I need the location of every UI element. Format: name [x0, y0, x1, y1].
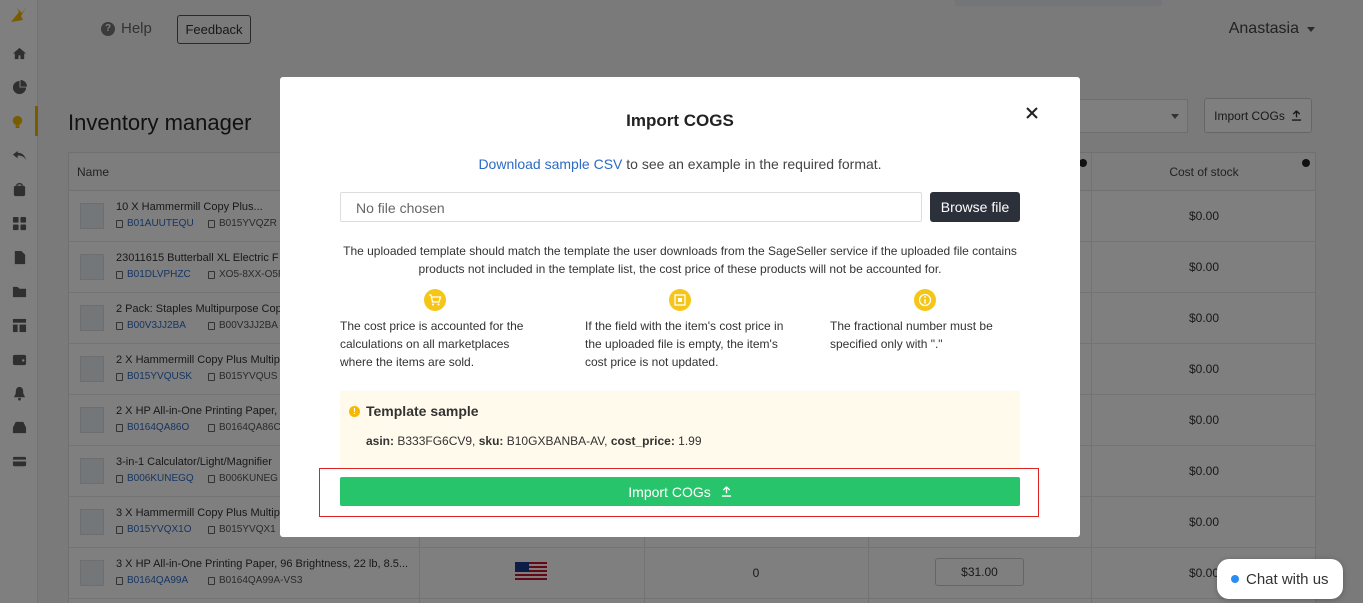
subtitle-text: to see an example in the required format…: [622, 156, 882, 172]
square-icon: [669, 289, 691, 311]
chat-label: Chat with us: [1246, 570, 1329, 588]
modal-title: Import COGS: [626, 111, 734, 130]
import-cogs-modal: Import COGS Download sample CSV to see a…: [280, 77, 1080, 537]
template-heading-text: Template sample: [366, 403, 479, 419]
cart-icon: [424, 289, 446, 311]
template-sample-line: asin: B333FG6CV9, sku: B10GXBANBA-AV, co…: [366, 434, 702, 448]
download-sample-link[interactable]: Download sample CSV: [478, 156, 622, 172]
feature-text: The cost price is accounted for the calc…: [340, 319, 524, 369]
feature-text: If the field with the item's cost price …: [585, 319, 784, 369]
file-input[interactable]: No file chosen: [340, 192, 922, 222]
sku-key: sku:: [478, 434, 504, 448]
warning-icon: !: [349, 405, 360, 417]
template-sample-box: ! Template sample asin: B333FG6CV9, sku:…: [340, 391, 1020, 467]
chat-widget[interactable]: Chat with us: [1217, 559, 1343, 599]
price-value: 1.99: [674, 434, 702, 448]
import-cogs-button[interactable]: Import COGs: [340, 477, 1020, 506]
browse-file-button[interactable]: Browse file: [930, 192, 1020, 222]
feature-text: The fractional number must be specified …: [830, 319, 993, 351]
import-cogs-label: Import COGs: [628, 483, 711, 500]
close-icon[interactable]: [1022, 103, 1042, 123]
info-icon: [914, 289, 936, 311]
template-note: The uploaded template should match the t…: [343, 244, 1017, 276]
template-heading: ! Template sample: [349, 403, 479, 419]
modal-subtitle: Download sample CSV to see an example in…: [280, 156, 1080, 172]
asin-key: asin:: [366, 434, 395, 448]
upload-icon: [721, 486, 731, 497]
asin-value: B333FG6CV9,: [394, 434, 479, 448]
sku-value: B10GXBANBA-AV,: [503, 434, 611, 448]
status-dot-icon: [1231, 575, 1239, 583]
price-key: cost_price:: [610, 434, 675, 448]
